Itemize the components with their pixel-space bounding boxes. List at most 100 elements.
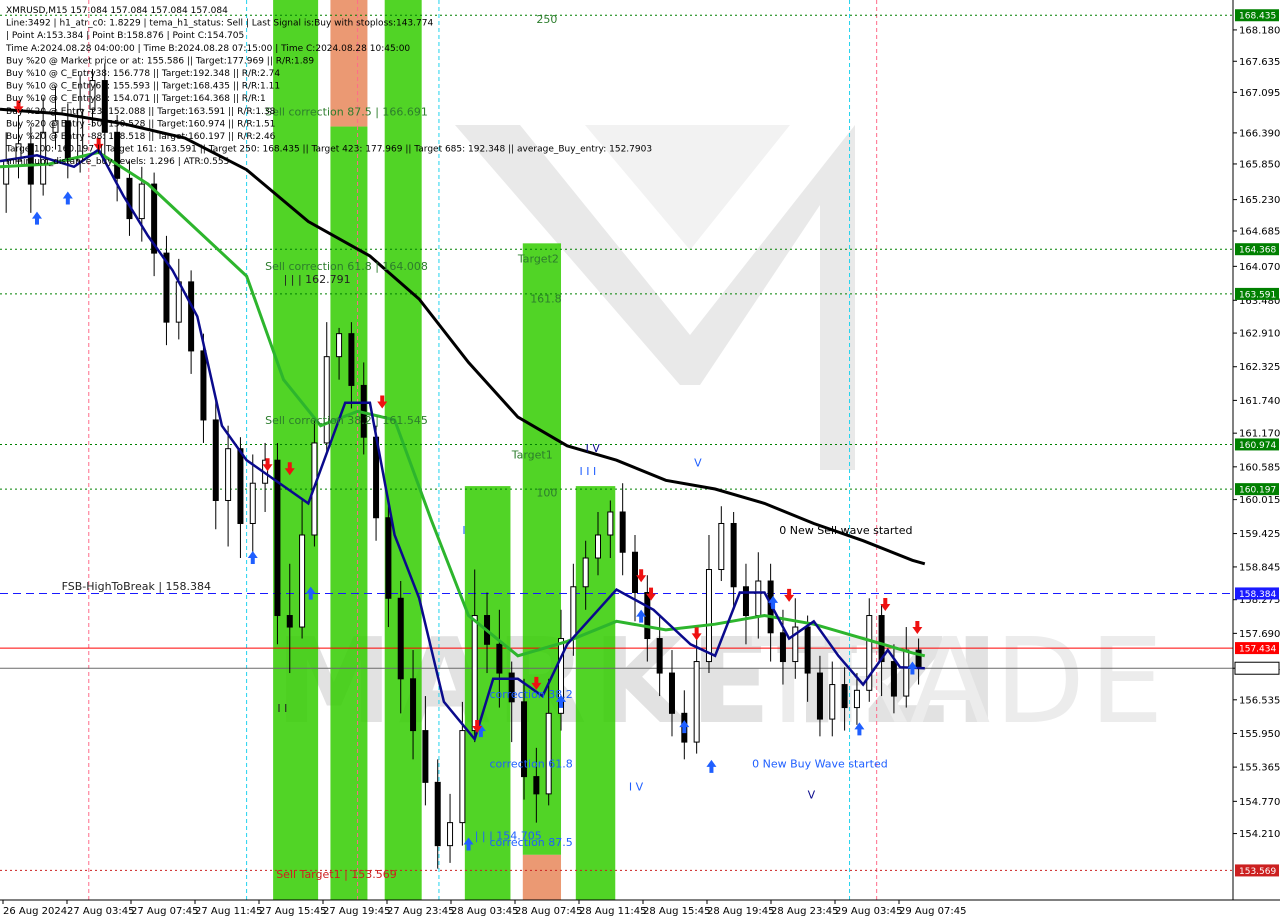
label-v-bottom: V [808, 788, 816, 801]
price-tick-label: 158.845 [1239, 562, 1280, 573]
candle-body [126, 177, 133, 220]
candle-body [742, 586, 749, 617]
price-tick-label: 164.685 [1239, 226, 1280, 237]
candle-body [175, 281, 182, 323]
zone-orange-2 [522, 854, 562, 900]
price-tick-label: 165.230 [1239, 195, 1280, 206]
price-chart[interactable]: MARKETZI TRADE 250Sell correction 87.5 |… [0, 0, 1280, 920]
label-1618: 161.8 [530, 293, 562, 306]
candle-body [299, 534, 306, 628]
header-line: Time A:2024.08.28 04:00:00 | Time B:2024… [5, 44, 410, 54]
candle-body [237, 448, 244, 524]
time-tick-label: 28 Aug 15:45 [643, 906, 710, 917]
candle-body [582, 557, 589, 588]
price-tag-red-level: 157.434 [1239, 645, 1276, 655]
time-tick-label: 27 Aug 23:45 [387, 906, 454, 917]
time-tick-label: 27 Aug 07:45 [131, 906, 198, 917]
label-new-sell-wave: 0 New Sell wave started [779, 524, 912, 537]
price-tag-current: 157.084 [1239, 665, 1276, 675]
label-sell-target1: Sell Target1 | 153.569 [276, 868, 397, 881]
candle-body [779, 632, 786, 663]
candle-body [619, 511, 626, 553]
candle-body [644, 592, 651, 640]
candle-body [656, 638, 663, 674]
candle-body [348, 333, 355, 386]
price-tag-target-161-alt: 164.368 [1239, 246, 1276, 256]
time-tick-label: 29 Aug 03:45 [835, 906, 902, 917]
price-tick-label: 164.070 [1239, 262, 1280, 273]
price-tick-label: 160.015 [1239, 495, 1280, 506]
price-tick-label: 161.740 [1239, 396, 1280, 407]
header-line: Line:3492 | h1_atr_c0: 1.8229 | tema_h1_… [6, 19, 433, 29]
candle-body [138, 183, 145, 220]
zone-green-1 [273, 0, 319, 900]
label-fsb: FSB-HighToBreak | 158.384 [62, 580, 211, 593]
price-tick-label: 166.390 [1239, 128, 1280, 139]
candle-body [853, 689, 860, 709]
header-line: Buy %20 @ Entry -23: 152.088 || Target:1… [6, 107, 276, 117]
price-tag-fsb: 158.384 [1239, 590, 1276, 600]
candle-body [385, 517, 392, 599]
candle-body [533, 776, 540, 795]
candle-body [829, 684, 836, 720]
label-iii: I I I [580, 465, 597, 478]
candle-body [249, 482, 256, 524]
price-tick-label: 157.690 [1239, 629, 1280, 640]
candle-body [336, 333, 343, 358]
label-sell-correction-38: Sell correction 38.2 | 161.545 [265, 414, 428, 427]
label-correction-618: correction 61.8 [490, 757, 573, 770]
label-162791: | | | 162.791 [284, 273, 351, 286]
label-250: 250 [536, 13, 557, 26]
candle-body [447, 822, 454, 847]
price-tag-target-100: 160.197 [1239, 486, 1276, 496]
svg-text:TRADE: TRADE [751, 612, 1167, 750]
candle-body [496, 643, 503, 674]
candle-body [225, 448, 232, 501]
candle-body [286, 615, 293, 628]
price-tag-sell-target: 153.569 [1239, 867, 1276, 877]
time-tick-label: 28 Aug 07:45 [515, 906, 582, 917]
candle-body [422, 730, 429, 783]
label-i: I [462, 524, 465, 537]
candle-body [841, 684, 848, 709]
candle-body [693, 661, 700, 743]
label-iv: I V [586, 442, 601, 455]
candle-body [397, 597, 404, 680]
header-line: Buy %20 @ Entry -88: 148.518 || Target:1… [6, 132, 276, 142]
price-tick-label: 161.170 [1239, 429, 1280, 440]
label-target2: Target2 [517, 252, 559, 265]
price-tick-label: 165.850 [1239, 159, 1280, 170]
candle-body [631, 551, 638, 594]
time-tick-label: 27 Aug 19:45 [323, 906, 390, 917]
candle-body [718, 522, 725, 571]
header-line: | Point A:153.384 | Point B:158.876 | Po… [6, 31, 244, 41]
price-tick-label: 160.585 [1239, 462, 1280, 473]
header-line: Buy %20 @ Entry -50: 150.528 || Target:1… [6, 119, 275, 129]
header-line: XMRUSD,M15 157.084 157.084 157.084 157.0… [6, 6, 228, 16]
time-tick-label: 27 Aug 15:45 [259, 906, 326, 917]
price-tick-label: 154.770 [1239, 797, 1280, 808]
chart-root: MARKETZI TRADE 250 Sell correction 87.5 |… [0, 0, 1280, 920]
label-correction-875: correction 87.5 [490, 836, 573, 849]
header-line: Buy %20 @ Market price or at: 155.586 ||… [6, 56, 314, 66]
header-line: Buy %10 @ C_Entry61: 155.593 || Target:1… [6, 82, 280, 92]
candle-body [730, 522, 737, 588]
price-tick-label: 162.325 [1239, 362, 1280, 373]
zone-green-3 [384, 0, 422, 900]
time-tick-label: 27 Aug 11:45 [195, 906, 262, 917]
candle-body [545, 712, 552, 795]
label-target1: Target1 [511, 448, 553, 461]
label-new-buy-wave: 0 New Buy Wave started [752, 757, 888, 770]
candle-body [323, 356, 330, 444]
price-tick-label: 154.210 [1239, 829, 1280, 840]
time-tick-label: 29 Aug 07:45 [899, 906, 966, 917]
candle-body [607, 511, 614, 536]
label-sell-correction-87: Sell correction 87.5 | 166.691 [265, 106, 428, 119]
label-ii: I I [277, 702, 287, 715]
candle-body [816, 672, 823, 720]
header-line: Buy %10 @ C_Entry88: 154.071 || Target:1… [6, 94, 266, 104]
price-tick-label: 168.180 [1239, 25, 1280, 36]
price-tick-label: 159.425 [1239, 529, 1280, 540]
label-v-top: V [694, 457, 702, 470]
candle-body [755, 580, 762, 617]
